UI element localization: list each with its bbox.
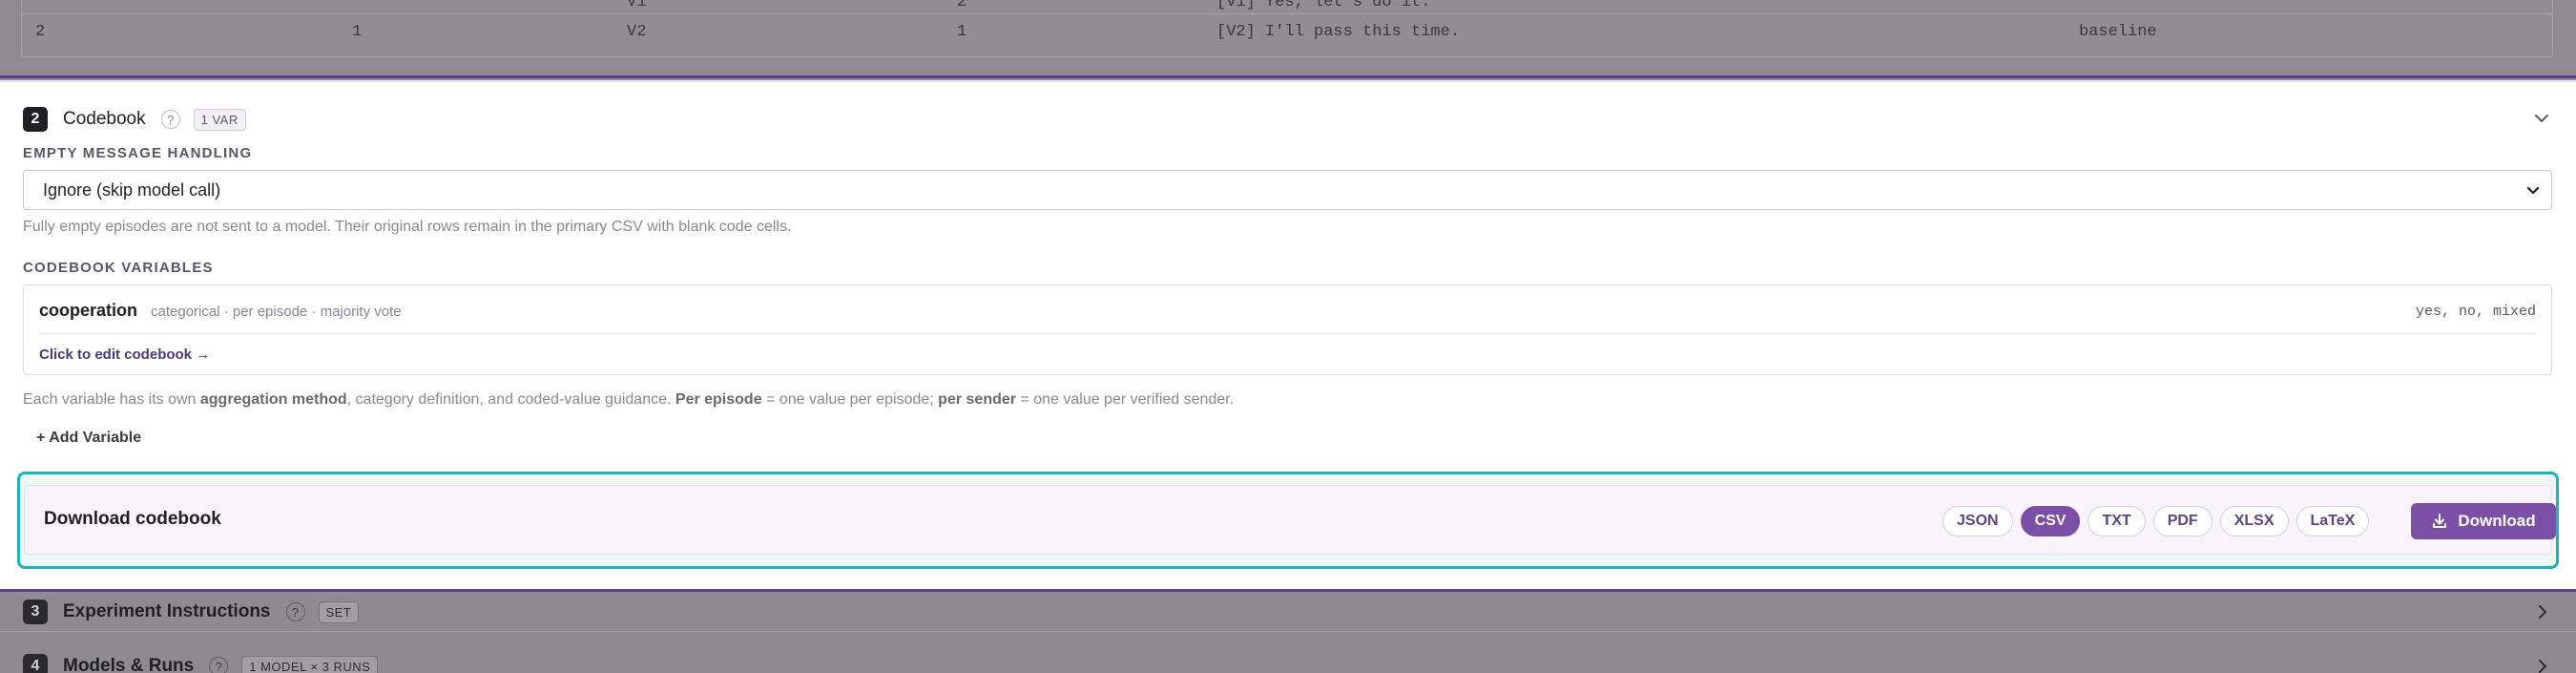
aggregation-explanation: Each variable has its own aggregation me… [23,391,1234,409]
section-number-badge: 2 [23,107,48,132]
explain-bold: per sender [938,391,1016,408]
section-tag: SET [318,600,360,623]
empty-message-label: EMPTY MESSAGE HANDLING [23,145,253,161]
format-txt[interactable]: TXT [2088,506,2146,536]
codebook-header[interactable]: 2 Codebook ? 1 VAR [23,105,246,134]
format-pdf[interactable]: PDF [2152,506,2212,536]
explain-text: , category definition, and coded-value g… [346,391,675,408]
help-icon[interactable]: ? [285,602,305,621]
table-row: 2 1 V2 1 [V2] I'll pass this time. basel… [22,13,2552,48]
empty-message-select[interactable]: Ignore (skip model call) [23,170,2552,210]
section-title: Experiment Instructions [63,601,271,621]
download-button[interactable]: Download [2411,503,2556,539]
variable-count-badge: 1 VAR [193,108,246,131]
divider [39,333,2536,334]
table-cell: [V2] I'll pass this time. [1216,23,1461,41]
explain-bold: Per episode [675,391,762,408]
table-cell: 1 [352,23,363,41]
section-experiment-instructions[interactable]: 3 Experiment Instructions ? SET [0,592,2576,632]
format-selector: JSON CSV TXT PDF XLSX LaTeX [1942,506,2370,536]
table-cell: V2 [627,23,647,41]
collapsed-sections: 3 Experiment Instructions ? SET 4 Models… [0,592,2576,673]
format-csv[interactable]: CSV [2020,506,2081,536]
explain-text: = one value per episode; [761,391,939,408]
section-number-badge: 4 [23,654,48,673]
section-divider [0,75,2576,78]
chevron-right-icon [2539,660,2546,673]
variable-name: cooperation [39,301,138,320]
section-title: Codebook [63,109,146,129]
select-value: Ignore (skip model call) [43,180,221,200]
data-preview-table: V1 2 [V1] Yes, let's do it. 2 1 V2 1 [V2… [21,0,2553,57]
table-cell: V1 [627,0,647,11]
table-cell: baseline [2079,23,2157,41]
download-label: Download [2458,512,2536,530]
download-codebook-bar: Download codebook JSON CSV TXT PDF XLSX … [24,485,2556,555]
variable-meta: categorical · per episode · majority vot… [151,304,402,320]
chevron-down-icon[interactable] [2532,109,2551,128]
chevron-down-icon [2526,186,2540,195]
explain-text: Each variable has its own [23,391,200,408]
help-icon[interactable]: ? [209,657,229,673]
format-json[interactable]: JSON [1942,506,2013,536]
section-models-runs[interactable]: 4 Models & Runs ? 1 MODEL × 3 RUNS [0,646,2576,673]
add-variable-button[interactable]: + Add Variable [36,430,141,447]
format-latex[interactable]: LaTeX [2296,506,2370,536]
section-number-badge: 3 [23,599,48,624]
download-title: Download codebook [44,509,221,529]
empty-message-hint: Fully empty episodes are not sent to a m… [23,219,792,235]
codebook-variables-label: CODEBOOK VARIABLES [23,260,214,276]
section-title: Models & Runs [63,656,195,673]
edit-codebook-link[interactable]: Click to edit codebook → [39,347,210,363]
codebook-section: 2 Codebook ? 1 VAR EMPTY MESSAGE HANDLIN… [0,80,2576,592]
explain-bold: aggregation method [199,391,347,408]
variable-card[interactable]: cooperation categorical · per episode · … [23,284,2552,375]
table-cell: 1 [957,23,967,41]
download-icon [2433,514,2447,528]
explain-text: = one value per verified sender. [1015,391,1235,408]
table-cell: [V1] Yes, let's do it. [1216,0,1431,11]
section-tag: 1 MODEL × 3 RUNS [241,655,379,673]
help-icon[interactable]: ? [160,110,180,129]
table-cell: 2 [35,23,46,41]
download-codebook-highlight: Download codebook JSON CSV TXT PDF XLSX … [17,472,2559,569]
table-cell: 2 [957,0,967,11]
format-xlsx[interactable]: XLSX [2219,506,2289,536]
data-preview-table-area: V1 2 [V1] Yes, let's do it. 2 1 V2 1 [V2… [0,0,2576,75]
chevron-right-icon [2539,605,2546,619]
variable-values: yes, no, mixed [2415,304,2536,320]
